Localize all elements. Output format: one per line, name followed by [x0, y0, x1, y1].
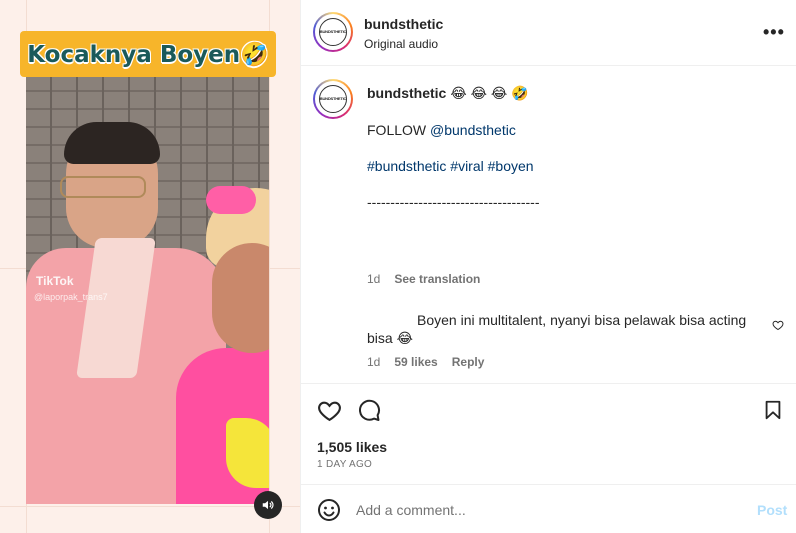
heart-icon: [317, 401, 341, 421]
video-person-2-bow: [206, 186, 256, 214]
comment-like-button[interactable]: [772, 318, 784, 336]
header-username[interactable]: bundsthetic: [364, 16, 443, 32]
comment-likes-count[interactable]: 59 likes: [394, 355, 437, 369]
audio-link[interactable]: Original audio: [364, 37, 438, 51]
comments-section: BUNDSTHETIC bundsthetic 😂 😂 😂 🤣 FOLLOW @b…: [301, 67, 796, 382]
post-date: 1 DAY AGO: [317, 459, 373, 470]
video-person-2-face: [212, 243, 269, 353]
heart-icon: [772, 320, 784, 331]
caption-follow-text: FOLLOW: [367, 122, 431, 138]
caption-username[interactable]: bundsthetic: [367, 85, 446, 101]
video-caption-text: Kocaknya Boyen🤣: [27, 41, 269, 68]
caption-divider: -------------------------------------: [367, 194, 540, 210]
comment-input[interactable]: Add a comment...: [356, 502, 466, 518]
comment-meta: 1d 59 likes Reply: [367, 355, 484, 369]
add-comment-bar: Add a comment... Post: [301, 484, 796, 533]
caption-header: bundsthetic 😂 😂 😂 🤣: [367, 85, 529, 102]
tiktok-watermark: TikTok: [36, 274, 74, 288]
save-button[interactable]: [759, 396, 787, 424]
caption-emojis: 😂 😂 😂 🤣: [450, 85, 529, 101]
post-panel: BUNDSTHETIC bundsthetic Original audio •…: [300, 0, 796, 533]
post-actions: 1,505 likes 1 DAY AGO: [301, 383, 796, 483]
comment-button[interactable]: [355, 396, 383, 424]
tiktok-watermark-handle: @laporpak_trans7: [34, 292, 108, 302]
post-comment-button[interactable]: Post: [757, 502, 787, 518]
caption-avatar[interactable]: BUNDSTHETIC: [313, 79, 353, 119]
avatar-frame: BUNDSTHETIC: [315, 81, 351, 117]
bookmark-icon: [765, 400, 781, 420]
avatar-logo: BUNDSTHETIC: [319, 85, 347, 113]
video-player[interactable]: TikTok @laporpak_trans7: [26, 58, 269, 504]
comment-text: Boyen ini multitalent, nyanyi bisa pelaw…: [367, 312, 747, 346]
emoji-button[interactable]: [316, 497, 342, 523]
caption-time: 1d: [367, 272, 381, 286]
see-translation-button[interactable]: See translation: [394, 272, 480, 286]
comment-time: 1d: [367, 355, 381, 369]
speaker-icon: [262, 500, 274, 510]
video-caption-banner: Kocaknya Boyen🤣: [20, 31, 276, 77]
grid-line: [269, 0, 270, 533]
caption-meta: 1d See translation: [367, 272, 480, 286]
comment-icon: [359, 399, 380, 421]
mute-button[interactable]: [254, 491, 282, 519]
video-person-1-glasses: [60, 176, 146, 198]
post-header: BUNDSTHETIC bundsthetic Original audio •…: [301, 0, 796, 66]
likes-count[interactable]: 1,505 likes: [317, 439, 387, 455]
reply-button[interactable]: Reply: [452, 355, 485, 369]
avatar-frame: BUNDSTHETIC: [315, 14, 351, 50]
emoji-icon: [318, 499, 340, 521]
more-options-button[interactable]: •••: [763, 22, 785, 43]
avatar-logo: BUNDSTHETIC: [319, 18, 347, 46]
video-person-2-print: [226, 418, 269, 488]
caption-mention-link[interactable]: @bundsthetic: [430, 122, 516, 138]
avatar[interactable]: BUNDSTHETIC: [313, 12, 353, 52]
media-panel: TikTok @laporpak_trans7 Kocaknya Boyen🤣: [0, 0, 300, 533]
caption-follow-line: FOLLOW @bundsthetic: [367, 122, 516, 138]
caption-hashtags[interactable]: #bundsthetic #viral #boyen: [367, 158, 534, 174]
video-person-1-hair: [64, 122, 160, 164]
like-button[interactable]: [315, 396, 343, 424]
